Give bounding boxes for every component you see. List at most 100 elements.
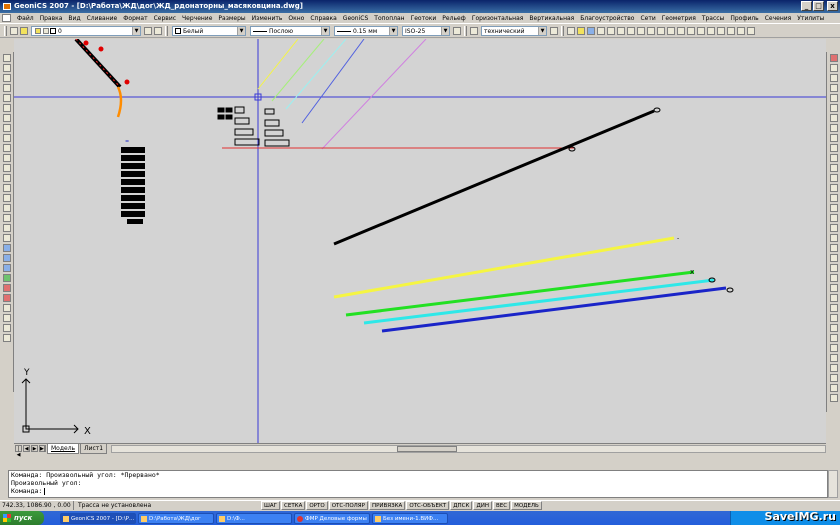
chevron-down-icon[interactable]: ▼ xyxy=(538,27,546,35)
ellipse-arc-icon[interactable] xyxy=(2,154,11,162)
geonics-tool-icon[interactable] xyxy=(2,304,11,312)
geonics-tool-icon[interactable] xyxy=(829,334,838,342)
dyn-toggle[interactable]: ДИН xyxy=(473,501,492,510)
menu-modify[interactable]: Изменить xyxy=(249,13,286,23)
paste-icon[interactable] xyxy=(637,27,645,35)
maximize-button[interactable]: □ xyxy=(813,1,824,11)
point-icon[interactable] xyxy=(2,184,11,192)
geonics-tool-icon[interactable] xyxy=(829,274,838,282)
menu-geometry[interactable]: Геометрия xyxy=(659,13,699,23)
geonics-tool-icon[interactable] xyxy=(829,304,838,312)
toolbar-grip[interactable] xyxy=(165,26,168,36)
geonics-tool-icon[interactable] xyxy=(829,244,838,252)
dimstyle-icon[interactable] xyxy=(453,27,461,35)
menu-relief[interactable]: Рельеф xyxy=(439,13,469,23)
tab-layout1[interactable]: Лист1 xyxy=(80,443,108,454)
geonics-tool-icon[interactable] xyxy=(829,364,838,372)
drawing-canvas[interactable]: - x = Y X xyxy=(14,39,826,443)
multiline-text-icon[interactable] xyxy=(2,234,11,242)
geonics-tool-icon[interactable] xyxy=(829,314,838,322)
taskbar-item-geonics[interactable]: GeoniCS 2007 - [D:\Р... xyxy=(60,512,136,524)
layer-combo[interactable]: 0 ▼ xyxy=(31,26,141,36)
insert-block-icon[interactable] xyxy=(2,164,11,172)
geonics-tool-icon[interactable] xyxy=(829,234,838,242)
revision-cloud-icon[interactable] xyxy=(2,124,11,132)
move-icon[interactable] xyxy=(829,104,838,112)
grid-toggle[interactable]: СЕТКА xyxy=(281,501,306,510)
offset-icon[interactable] xyxy=(829,84,838,92)
tool-palettes-icon[interactable] xyxy=(737,27,745,35)
command-scrollbar[interactable] xyxy=(828,470,838,498)
geonics-tool-icon[interactable] xyxy=(829,344,838,352)
chevron-down-icon[interactable]: ▼ xyxy=(237,27,245,35)
layer-previous-icon[interactable] xyxy=(154,27,162,35)
lineweight-combo[interactable]: 0.15 мм ▼ xyxy=(334,26,398,36)
menu-topoplan[interactable]: Топоплан xyxy=(371,13,407,23)
minimize-button[interactable]: _ xyxy=(801,1,812,11)
copy-icon[interactable] xyxy=(627,27,635,35)
open-file-icon[interactable] xyxy=(577,27,585,35)
toolbar-grip[interactable] xyxy=(561,26,564,36)
layer-state-icon[interactable] xyxy=(20,27,28,35)
chevron-down-icon[interactable]: ▼ xyxy=(321,27,329,35)
menu-edit[interactable]: Правка xyxy=(37,13,66,23)
linetype-combo[interactable]: Послою ▼ xyxy=(250,26,330,36)
menu-horizontal[interactable]: Горизонтальная xyxy=(469,13,527,23)
menu-vertical[interactable]: Вертикальная xyxy=(526,13,577,23)
horizontal-scrollbar[interactable] xyxy=(111,444,826,453)
geonics-tool-icon[interactable] xyxy=(829,374,838,382)
command-prompt[interactable]: Команда: xyxy=(11,487,827,495)
command-window[interactable]: Команда: Произвольный угол: *Прервано* П… xyxy=(8,470,828,498)
fillet-icon[interactable] xyxy=(829,204,838,212)
taskbar-item-folder[interactable]: D:\Работа\ЖД\дог xyxy=(138,512,214,524)
geonics-tool-icon[interactable] xyxy=(829,384,838,392)
menu-help[interactable]: Справка xyxy=(307,13,339,23)
rotate-icon[interactable] xyxy=(829,114,838,122)
prev-tab-button[interactable]: ◀ xyxy=(23,445,30,452)
geonics-tool-icon[interactable] xyxy=(829,224,838,232)
toolbar-grip[interactable] xyxy=(4,26,7,36)
spline-icon[interactable] xyxy=(2,134,11,142)
menu-geonics[interactable]: GeoniCS xyxy=(340,13,371,23)
line-icon[interactable] xyxy=(2,54,11,62)
polyline-icon[interactable] xyxy=(2,74,11,82)
taskbar-item-folder2[interactable]: D:\Ф... xyxy=(216,512,292,524)
geonics-tool-icon[interactable] xyxy=(2,324,11,332)
menu-dimensions[interactable]: Размеры xyxy=(215,13,248,23)
menu-tools[interactable]: Сервис xyxy=(151,13,179,23)
menu-networks[interactable]: Сети xyxy=(637,13,658,23)
otrack-toggle[interactable]: ОТС-ОБЪЕКТ xyxy=(406,501,450,510)
geonics-tool-icon[interactable] xyxy=(2,334,11,342)
chamfer-icon[interactable] xyxy=(829,194,838,202)
circle-icon[interactable] xyxy=(2,114,11,122)
menu-draw[interactable]: Черчение xyxy=(179,13,215,23)
toolbar-grip[interactable] xyxy=(464,26,467,36)
properties-icon[interactable] xyxy=(717,27,725,35)
menu-view[interactable]: Вид xyxy=(65,13,83,23)
next-tab-button[interactable]: ▶ xyxy=(31,445,38,452)
snap-toggle[interactable]: ШАГ xyxy=(261,501,280,510)
chevron-down-icon[interactable]: ▼ xyxy=(389,27,397,35)
tab-model[interactable]: Модель xyxy=(47,443,80,454)
geonics-tool-icon[interactable] xyxy=(829,254,838,262)
join-icon[interactable] xyxy=(829,184,838,192)
chevron-down-icon[interactable]: ▼ xyxy=(441,27,449,35)
geonics-tool-icon[interactable] xyxy=(2,264,11,272)
region-icon[interactable] xyxy=(2,214,11,222)
trim-icon[interactable] xyxy=(829,144,838,152)
first-tab-button[interactable]: |◀ xyxy=(15,445,22,458)
redo-icon[interactable] xyxy=(667,27,675,35)
hatch-icon[interactable] xyxy=(2,194,11,202)
textstyle-combo[interactable]: технический ▼ xyxy=(481,26,547,36)
geonics-tool-icon[interactable] xyxy=(2,274,11,282)
geonics-tool-icon[interactable] xyxy=(2,294,11,302)
coordinates-readout[interactable]: 742.33, 1086.90 , 0.00 xyxy=(0,501,74,510)
taskbar-item-forms[interactable]: ФМР Деловые формы xyxy=(294,512,370,524)
make-current-layer-icon[interactable] xyxy=(144,27,152,35)
taskbar-item-image[interactable]: Без имени-1.ВИФ... xyxy=(372,512,448,524)
ortho-toggle[interactable]: ОРТО xyxy=(306,501,328,510)
layer-manager-icon[interactable] xyxy=(10,27,18,35)
save-icon[interactable] xyxy=(587,27,595,35)
osnap-toggle[interactable]: ПРИВЯЗКА xyxy=(368,501,406,510)
last-tab-button[interactable]: ▶| xyxy=(39,445,46,452)
